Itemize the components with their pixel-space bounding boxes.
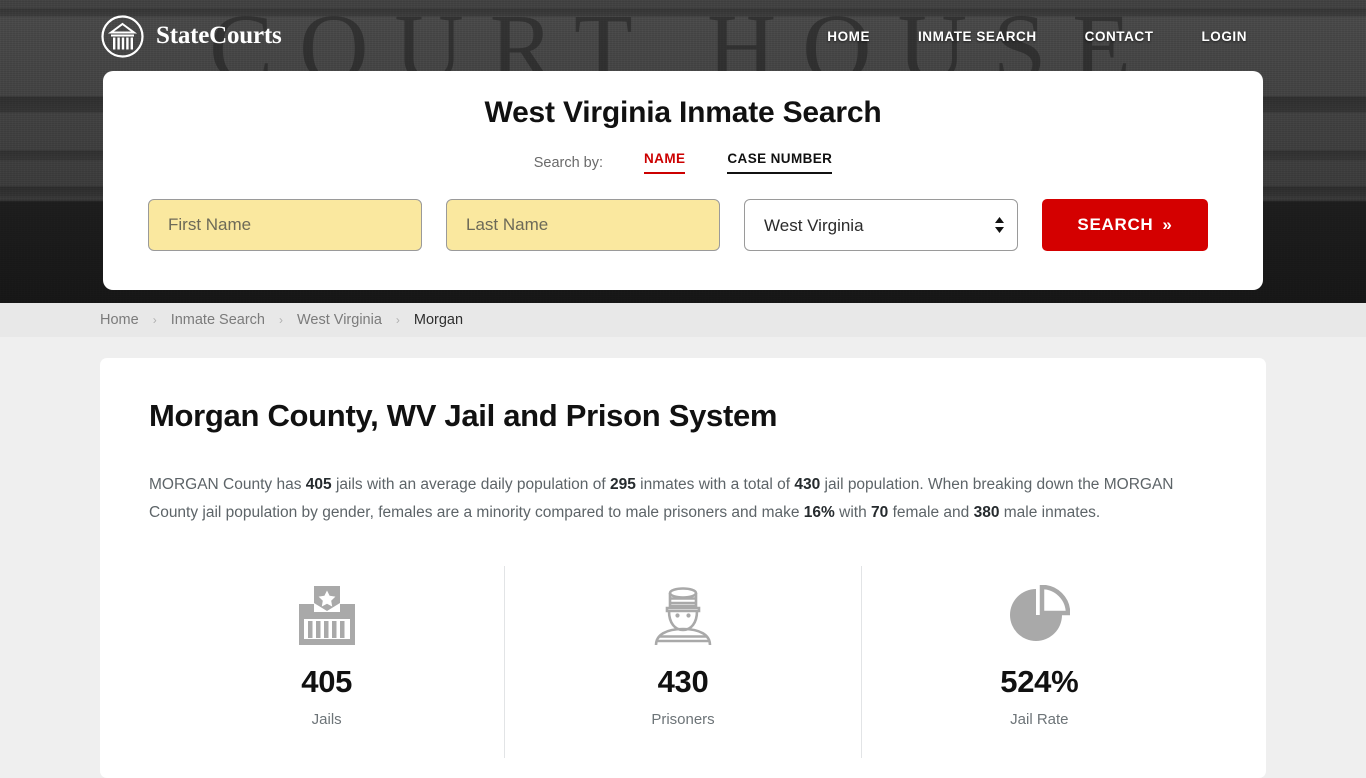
stat-jails-label: Jails [149, 711, 504, 728]
summary-text-2: jails with an average daily population o… [332, 476, 610, 493]
search-button[interactable]: SEARCH » [1042, 199, 1208, 251]
search-card-title: West Virginia Inmate Search [148, 96, 1218, 130]
page-title: Morgan County, WV Jail and Prison System [149, 398, 1217, 434]
breadcrumb-separator-icon: › [153, 313, 157, 327]
tab-search-by-name[interactable]: NAME [644, 151, 685, 174]
summary-female-percentage: 16% [804, 504, 835, 521]
summary-jails-count: 405 [306, 476, 332, 493]
breadcrumb-item-west-virginia[interactable]: West Virginia [297, 312, 382, 328]
state-select[interactable]: West Virginia [744, 199, 1018, 251]
stat-prisoners-label: Prisoners [505, 711, 860, 728]
main-nav: HOME INMATE SEARCH CONTACT LOGIN [827, 23, 1247, 50]
county-info-card: Morgan County, WV Jail and Prison System… [100, 358, 1266, 778]
stat-jail-rate-value: 524% [862, 664, 1217, 700]
statistics-row: 405 Jails [149, 566, 1217, 758]
first-name-input[interactable] [148, 199, 422, 251]
breadcrumb: Home › Inmate Search › West Virginia › M… [0, 303, 1366, 337]
jail-building-icon [149, 584, 504, 646]
summary-text-3: inmates with a total of [636, 476, 795, 493]
stat-prisoners: 430 Prisoners [504, 566, 860, 758]
search-form: West Virginia SEARCH » [148, 199, 1218, 251]
last-name-input[interactable] [446, 199, 720, 251]
summary-text-7: male inmates. [999, 504, 1100, 521]
summary-avg-daily-population: 295 [610, 476, 636, 493]
nav-item-contact[interactable]: CONTACT [1085, 23, 1154, 50]
summary-female-count: 70 [871, 504, 888, 521]
search-by-row: Search by: NAME CASE NUMBER [148, 151, 1218, 174]
summary-total-population: 430 [794, 476, 820, 493]
breadcrumb-item-inmate-search[interactable]: Inmate Search [171, 312, 265, 328]
pie-chart-icon [862, 584, 1217, 646]
search-by-label: Search by: [534, 155, 603, 171]
breadcrumb-separator-icon: › [279, 313, 283, 327]
nav-item-inmate-search[interactable]: INMATE SEARCH [918, 23, 1037, 50]
content-area: Morgan County, WV Jail and Prison System… [0, 337, 1366, 778]
summary-text-1: MORGAN County has [149, 476, 306, 493]
nav-item-login[interactable]: LOGIN [1202, 23, 1248, 50]
stat-jails: 405 Jails [149, 566, 504, 758]
courthouse-circle-icon [100, 14, 145, 59]
tab-search-by-case-number[interactable]: CASE NUMBER [727, 151, 832, 174]
brand-logo[interactable]: StateCourts [100, 14, 282, 59]
stat-jail-rate-label: Jail Rate [862, 711, 1217, 728]
stat-jails-value: 405 [149, 664, 504, 700]
breadcrumb-item-morgan: Morgan [414, 312, 463, 328]
summary-male-count: 380 [974, 504, 1000, 521]
double-chevron-right-icon: » [1162, 215, 1172, 235]
brand-name-text: StateCourts [156, 22, 282, 50]
prisoner-icon [505, 584, 860, 646]
search-button-label: SEARCH [1077, 215, 1153, 235]
county-summary-paragraph: MORGAN County has 405 jails with an aver… [149, 471, 1202, 527]
hero-section: COURT HOUSE StateCourts HOME INMATE SEA [0, 0, 1366, 303]
inmate-search-card: West Virginia Inmate Search Search by: N… [103, 71, 1263, 290]
breadcrumb-item-home[interactable]: Home [100, 312, 139, 328]
stat-jail-rate: 524% Jail Rate [861, 566, 1217, 758]
state-select-wrapper: West Virginia [744, 199, 1018, 251]
summary-text-6: female and [888, 504, 973, 521]
summary-text-5: with [835, 504, 871, 521]
breadcrumb-separator-icon: › [396, 313, 400, 327]
nav-item-home[interactable]: HOME [827, 23, 870, 50]
top-navigation-bar: StateCourts HOME INMATE SEARCH CONTACT L… [0, 0, 1366, 72]
stat-prisoners-value: 430 [505, 664, 860, 700]
